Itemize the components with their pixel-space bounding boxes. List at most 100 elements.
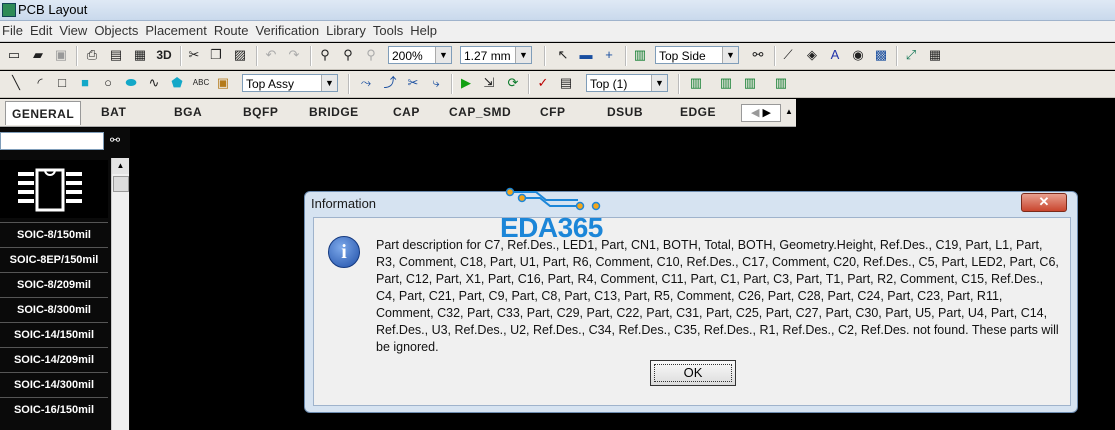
route-delete-icon[interactable]: ⤷ (428, 75, 444, 91)
select-arrow-icon[interactable]: ↖ (555, 47, 571, 63)
menu-verification[interactable]: Verification (254, 21, 325, 41)
filled-rectangle-icon[interactable]: ■ (77, 75, 93, 91)
menu-library[interactable]: Library (324, 21, 371, 41)
library-item[interactable]: SOIC-16/150mil (0, 397, 108, 422)
assy-layer-select[interactable]: Top Assy ▼ (242, 74, 338, 92)
tab-dsub[interactable]: DSUB (607, 105, 643, 119)
dialog-title: Information (311, 196, 377, 211)
rectangle-icon[interactable]: □ (54, 75, 70, 91)
print-icon[interactable]: ⎙ (84, 47, 100, 63)
menu-help[interactable]: Help (408, 21, 442, 41)
library-item[interactable]: SOIC-14/150mil (0, 322, 108, 347)
component-place-icon[interactable]: ▥ (718, 75, 734, 91)
tab-cap[interactable]: CAP (393, 105, 420, 119)
menu-tools[interactable]: Tools (371, 21, 408, 41)
image-icon[interactable]: ▣ (215, 75, 231, 91)
print-preview-icon[interactable]: ▤ (108, 47, 124, 63)
redo-icon[interactable]: ↷ (286, 47, 302, 63)
tab-bat[interactable]: BAT (101, 105, 126, 119)
route-edit-icon[interactable]: ⤴ (382, 75, 398, 91)
component-add-icon[interactable]: ▥ (773, 75, 789, 91)
menu-edit[interactable]: Edit (28, 21, 57, 41)
chevron-right-icon[interactable]: ▶ (763, 107, 771, 119)
polyline-icon[interactable]: ∿ (146, 75, 162, 91)
chevron-left-icon[interactable]: ◀ (751, 107, 759, 119)
library-item[interactable]: SOIC-8/300mil (0, 297, 108, 322)
circle-icon[interactable]: ○ (100, 75, 116, 91)
library-item[interactable]: SOIC-14/209mil (0, 347, 108, 372)
library-scrollbar[interactable]: ▲ (111, 158, 129, 430)
component-icon[interactable]: ▥ (632, 47, 648, 63)
menu-view[interactable]: View (57, 21, 92, 41)
scroll-thumb[interactable] (113, 176, 129, 192)
design-rule-icon[interactable]: ▩ (873, 47, 889, 63)
scroll-up-icon[interactable]: ▲ (112, 158, 129, 174)
measure-icon[interactable]: ⤢ (903, 47, 919, 63)
dialog-close-button[interactable]: ✕ (1021, 193, 1067, 212)
tab-general[interactable]: GENERAL (5, 101, 82, 125)
menu-placement[interactable]: Placement (143, 21, 211, 41)
menu-bar: File Edit View Objects Placement Route V… (0, 21, 1115, 42)
export-icon[interactable]: ⇲ (481, 75, 497, 91)
copy-icon[interactable]: ❐ (208, 47, 224, 63)
ok-button[interactable]: OK (650, 360, 736, 386)
layer-select[interactable]: Top (1) ▼ (586, 74, 668, 92)
polygon-icon[interactable]: ⬟ (169, 75, 185, 91)
library-item[interactable]: SOIC-8EP/150mil (0, 247, 108, 272)
undo-icon[interactable]: ↶ (263, 47, 279, 63)
crosshair-icon[interactable]: + (601, 47, 617, 63)
library-search-input[interactable] (0, 132, 104, 150)
zoom-icon[interactable]: ⚲ (317, 47, 333, 63)
ellipse-icon[interactable]: ⬬ (123, 75, 139, 91)
tab-cap-smd[interactable]: CAP_SMD (449, 105, 511, 119)
tab-edge[interactable]: EDGE (680, 105, 716, 119)
board-icon[interactable]: ▬ (578, 47, 594, 63)
via-icon[interactable]: ◈ (804, 47, 820, 63)
3d-view-button[interactable]: 3D (154, 47, 174, 63)
library-search-icon[interactable]: ⚯ (110, 133, 120, 147)
menu-file[interactable]: File (0, 21, 28, 41)
report-icon[interactable]: ▤ (558, 75, 574, 91)
side-select[interactable]: Top Side ▼ (655, 46, 739, 64)
paste-icon[interactable]: ▨ (232, 47, 248, 63)
save-icon[interactable]: ▣ (53, 47, 69, 63)
grid-select[interactable]: 1.27 mm ▼ (460, 46, 532, 64)
menu-route[interactable]: Route (212, 21, 254, 41)
drc-check-icon[interactable]: ✓ (535, 75, 551, 91)
refresh-icon[interactable]: ⟳ (505, 75, 521, 91)
window-title: PCB Layout (18, 2, 88, 17)
library-item[interactable]: SOIC-14/300mil (0, 372, 108, 397)
component-move-icon[interactable]: ▥ (742, 75, 758, 91)
text-tool-icon[interactable]: ABC (191, 75, 211, 91)
properties-icon[interactable]: ▦ (132, 47, 148, 63)
zoom-value: 200% (392, 49, 423, 63)
tab-dropdown-icon[interactable]: ▲ (785, 107, 793, 116)
tab-bridge[interactable]: BRIDGE (309, 105, 359, 119)
soic-footprint-icon (18, 168, 82, 212)
arc-icon[interactable]: ◜ (32, 75, 48, 91)
zoom-select[interactable]: 200% ▼ (388, 46, 452, 64)
route-icon[interactable]: ⤳ (358, 75, 374, 91)
menu-objects[interactable]: Objects (92, 21, 143, 41)
library-item[interactable]: SOIC-8/209mil (0, 272, 108, 297)
line-route-icon[interactable]: ⟋ (780, 47, 796, 63)
tab-cfp[interactable]: CFP (540, 105, 566, 119)
tab-bga[interactable]: BGA (174, 105, 202, 119)
zoom-out-icon[interactable]: ⚲ (340, 47, 356, 63)
tab-scroll-arrows[interactable]: ◀ ▶ (741, 104, 781, 122)
text-a-icon[interactable]: A (827, 47, 843, 63)
run-icon[interactable]: ▶ (458, 75, 474, 91)
layer-stack-icon[interactable]: ▥ (688, 75, 704, 91)
tab-bqfp[interactable]: BQFP (243, 105, 278, 119)
zoom-fit-icon[interactable]: ⚲ (363, 47, 379, 63)
line-icon[interactable]: ╲ (8, 75, 24, 91)
cut-icon[interactable]: ✂ (186, 47, 202, 63)
route-cut-icon[interactable]: ✂ (405, 75, 421, 91)
binoculars-icon[interactable]: ⚯ (750, 47, 766, 63)
footprint-preview[interactable] (0, 160, 108, 218)
new-file-icon[interactable]: ▭ (6, 47, 22, 63)
pad-icon[interactable]: ◉ (850, 47, 866, 63)
library-item[interactable]: SOIC-8/150mil (0, 222, 108, 247)
open-folder-icon[interactable]: ▰ (30, 47, 46, 63)
grid-table-icon[interactable]: ▦ (927, 47, 943, 63)
